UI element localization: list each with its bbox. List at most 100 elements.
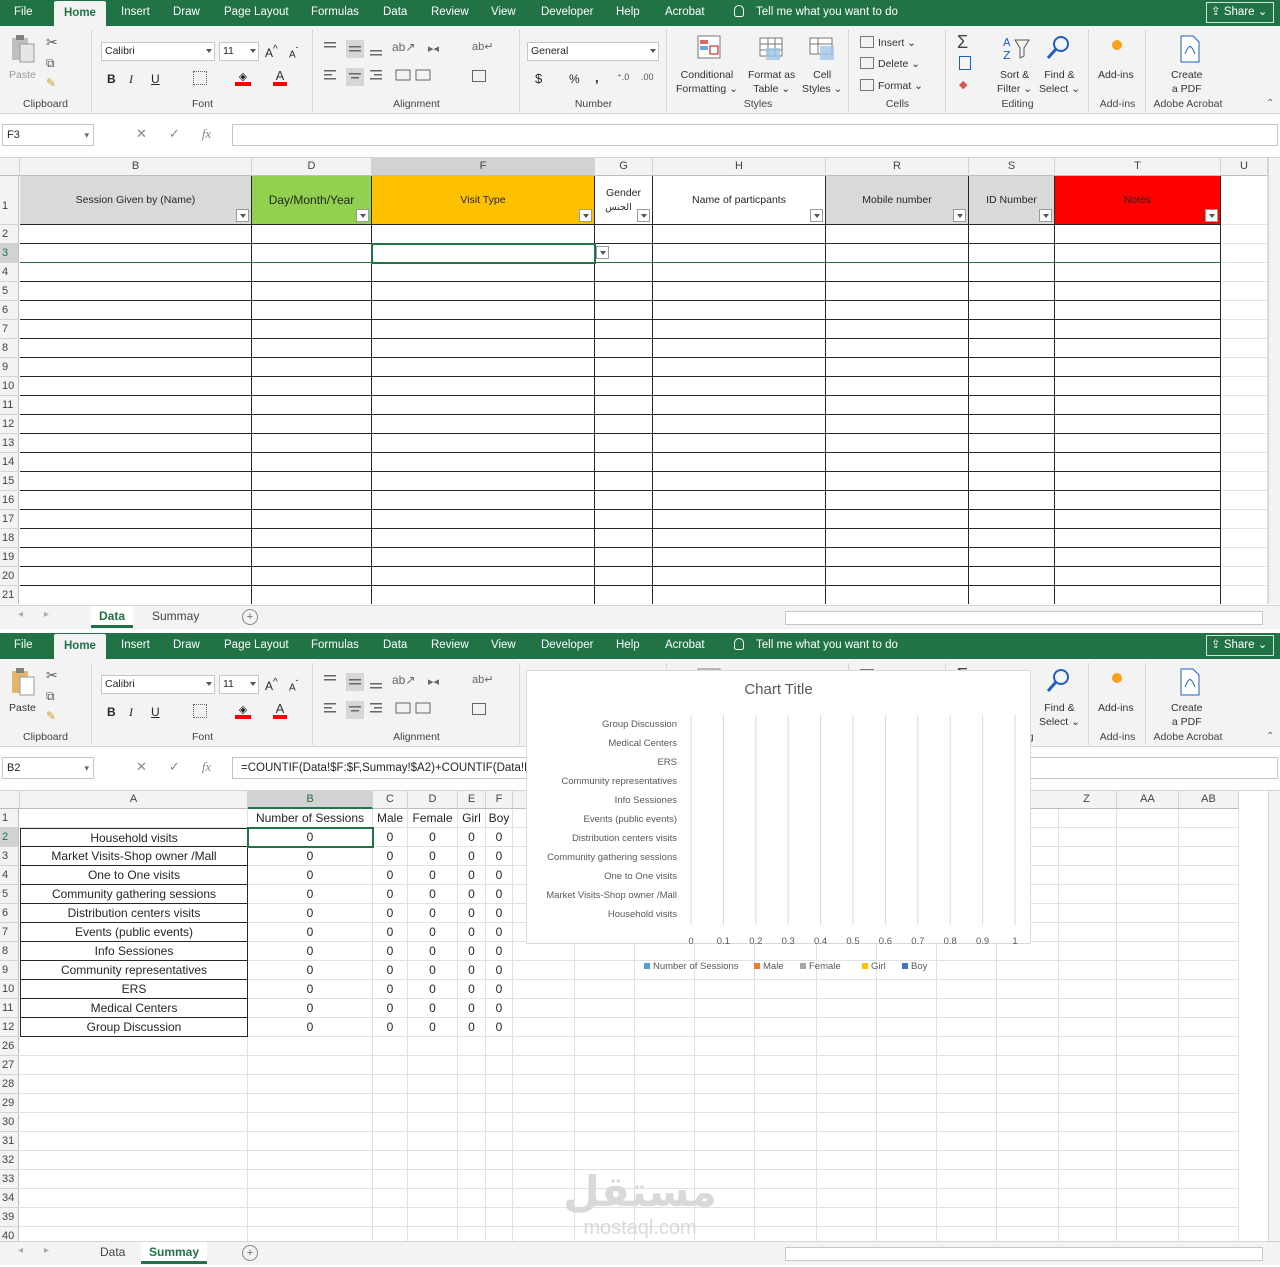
row-header-2[interactable]: 2 — [0, 225, 19, 244]
row-header-32[interactable]: 32 — [0, 1151, 19, 1170]
grid-cell[interactable] — [635, 980, 695, 999]
table-cell[interactable] — [969, 567, 1055, 586]
grid-cell[interactable] — [1221, 339, 1268, 358]
row-header-19[interactable]: 19 — [0, 548, 19, 567]
cell-u1[interactable] — [1221, 176, 1268, 225]
value-cell[interactable]: 0 — [248, 904, 373, 923]
table-cell[interactable] — [252, 510, 372, 529]
grid-cell[interactable] — [373, 1170, 408, 1189]
grid-cell[interactable] — [1117, 1075, 1179, 1094]
grid-cell[interactable] — [1179, 1094, 1239, 1113]
table-cell[interactable] — [969, 453, 1055, 472]
value-cell[interactable]: 0 — [458, 923, 486, 942]
grid-cell[interactable] — [635, 999, 695, 1018]
borders-icon[interactable] — [193, 71, 207, 85]
tell-me-search[interactable]: Tell me what you want to do — [734, 0, 898, 26]
table-cell[interactable] — [653, 301, 826, 320]
tab-review[interactable]: Review — [431, 633, 469, 659]
table-cell[interactable] — [969, 320, 1055, 339]
grid-cell[interactable] — [937, 1170, 997, 1189]
row-header-4[interactable]: 4 — [0, 263, 19, 282]
grid-cell[interactable] — [817, 1132, 877, 1151]
value-cell[interactable]: 0 — [408, 904, 458, 923]
addins-icon[interactable] — [1112, 40, 1122, 50]
grid-cell[interactable] — [1057, 866, 1117, 885]
grid-cell[interactable] — [1117, 1208, 1179, 1227]
chart-category-label[interactable]: Medical Centers — [608, 738, 677, 749]
value-cell[interactable]: 0 — [458, 980, 486, 999]
category-cell[interactable]: Community gathering sessions — [20, 885, 248, 904]
row-header-7[interactable]: 7 — [0, 320, 19, 339]
col-header-f[interactable]: F — [372, 158, 595, 176]
grid-cell[interactable] — [1221, 263, 1268, 282]
hdr-name-participants-filter-button[interactable] — [810, 209, 823, 222]
category-cell[interactable]: ERS — [20, 980, 248, 999]
value-cell[interactable]: 0 — [373, 961, 408, 980]
grid-cell[interactable] — [1117, 809, 1179, 828]
grid-cell[interactable] — [248, 1151, 373, 1170]
text-direction-icon[interactable]: ▸◂ — [428, 42, 439, 55]
table-cell[interactable] — [20, 415, 252, 434]
cut-icon[interactable]: ✂ — [46, 667, 58, 684]
grid-cell[interactable] — [937, 999, 997, 1018]
grid-cell[interactable] — [817, 1151, 877, 1170]
hdr-day-month-year-filter-button[interactable] — [356, 209, 369, 222]
table-cell[interactable] — [653, 586, 826, 604]
hdr-mobile-number[interactable]: Mobile number — [826, 176, 969, 225]
prev-sheet-icon[interactable]: ◂ — [18, 609, 23, 620]
table-cell[interactable] — [653, 434, 826, 453]
grid-cell[interactable] — [1179, 961, 1239, 980]
table-cell[interactable] — [595, 301, 653, 320]
grid-cell[interactable] — [575, 980, 635, 999]
grid-cell[interactable] — [695, 1056, 755, 1075]
value-cell[interactable]: 0 — [486, 885, 513, 904]
font-size-combo[interactable]: 11 — [219, 675, 259, 694]
grid-cell[interactable] — [997, 999, 1059, 1018]
table-cell[interactable] — [826, 472, 969, 491]
table-cell[interactable] — [372, 453, 595, 472]
delete-cells-button[interactable]: Delete ⌄ — [878, 57, 920, 71]
table-cell[interactable] — [1055, 377, 1221, 396]
vertical-scrollbar[interactable] — [1268, 158, 1280, 604]
grid-cell[interactable] — [575, 1075, 635, 1094]
grid-cell[interactable] — [1179, 1170, 1239, 1189]
grid-cell[interactable] — [20, 1037, 248, 1056]
value-cell[interactable]: 0 — [373, 904, 408, 923]
autosum-icon[interactable]: Σ — [957, 32, 968, 53]
font-name-combo[interactable]: Calibri — [101, 42, 215, 61]
table-cell[interactable] — [826, 244, 969, 263]
table-cell[interactable] — [826, 282, 969, 301]
grid-cell[interactable] — [513, 1094, 575, 1113]
grid-cell[interactable] — [486, 1037, 513, 1056]
next-sheet-icon[interactable]: ▸ — [44, 609, 49, 620]
table-cell[interactable] — [252, 225, 372, 244]
table-cell[interactable] — [826, 396, 969, 415]
grid-cell[interactable] — [1221, 510, 1268, 529]
wrap-text-icon[interactable]: ab↵ — [472, 673, 493, 686]
tab-page-layout[interactable]: Page Layout — [224, 0, 289, 26]
grid-cell[interactable] — [635, 1113, 695, 1132]
table-cell[interactable] — [595, 510, 653, 529]
grid-cell[interactable] — [877, 999, 937, 1018]
table-cell[interactable] — [252, 339, 372, 358]
table-cell[interactable] — [1055, 472, 1221, 491]
value-cell[interactable]: 0 — [408, 999, 458, 1018]
table-cell[interactable] — [826, 453, 969, 472]
grid-cell[interactable] — [1057, 1132, 1117, 1151]
grid-cell[interactable] — [486, 1189, 513, 1208]
grid-cell[interactable] — [877, 1113, 937, 1132]
cell-styles-icon[interactable] — [808, 34, 836, 62]
tab-insert[interactable]: Insert — [121, 633, 150, 659]
table-cell[interactable] — [20, 320, 252, 339]
row-header-2[interactable]: 2 — [0, 828, 19, 847]
grid-cell[interactable] — [635, 1132, 695, 1151]
grid-cell[interactable] — [1057, 1056, 1117, 1075]
grid-cell[interactable] — [513, 1132, 575, 1151]
table-cell[interactable] — [595, 225, 653, 244]
cancel-icon[interactable]: ✕ — [136, 126, 147, 141]
copy-icon[interactable]: ⧉ — [46, 56, 55, 71]
selected-cell-b2[interactable] — [247, 827, 374, 848]
grid-cell[interactable] — [373, 1075, 408, 1094]
row-header-26[interactable]: 26 — [0, 1037, 19, 1056]
grid-cell[interactable] — [1179, 1189, 1239, 1208]
